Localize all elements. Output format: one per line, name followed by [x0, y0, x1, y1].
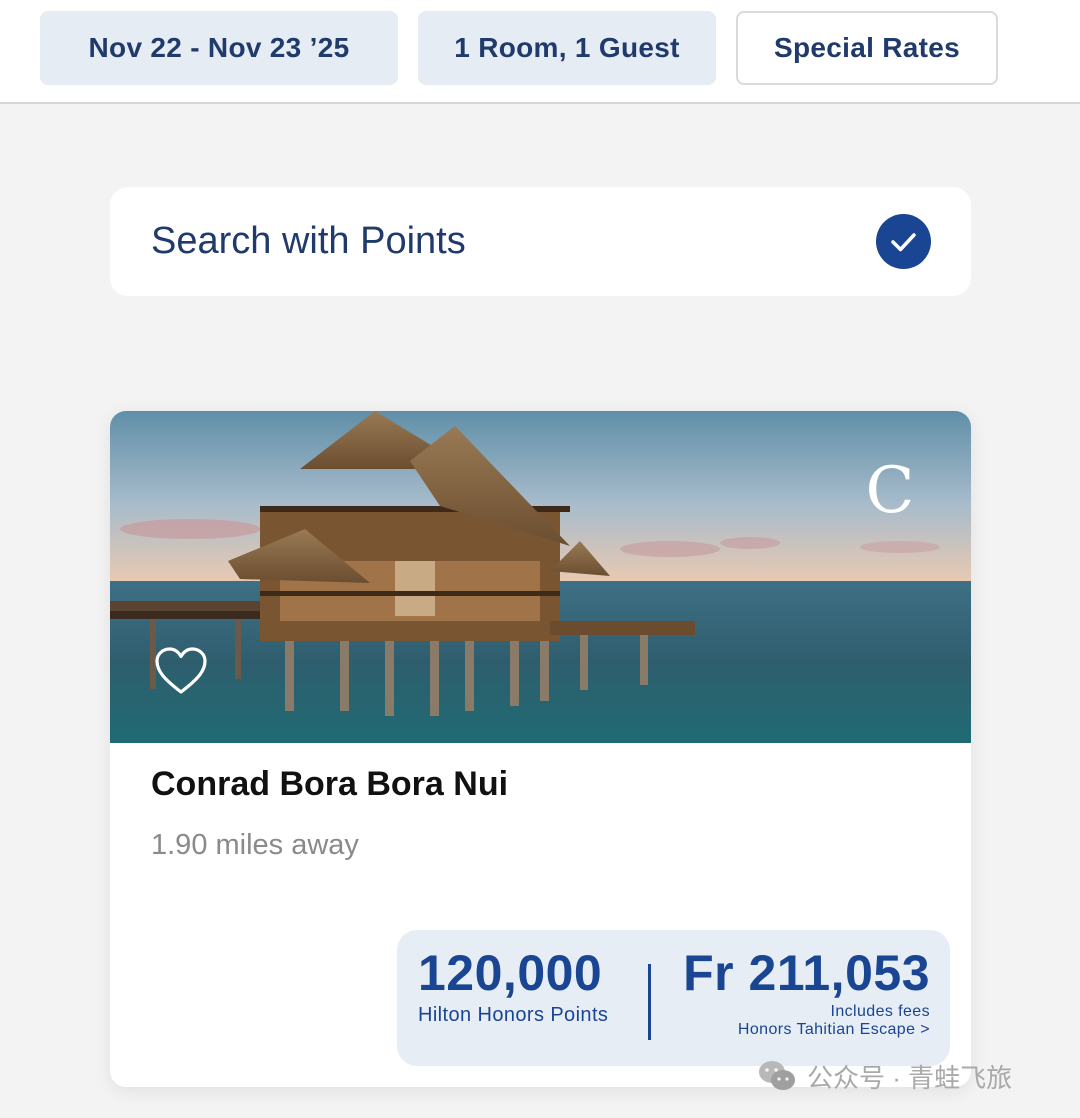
hotel-card[interactable]: C Conrad Bora Bora Nui 1.90 miles away 1…: [110, 411, 971, 1087]
heart-outline-icon[interactable]: [154, 647, 208, 697]
special-rates-button[interactable]: Special Rates: [736, 11, 998, 85]
search-filter-bar: Nov 22 - Nov 23 ’25 1 Room, 1 Guest Spec…: [0, 0, 1080, 104]
hotel-name[interactable]: Conrad Bora Bora Nui: [151, 765, 508, 804]
watermark-text: 公众号 · 青蛙飞旅: [807, 1062, 1013, 1093]
checkmark-icon[interactable]: [876, 214, 931, 269]
points-label: Hilton Honors Points: [418, 1004, 609, 1026]
cash-price: Fr 211,053: [683, 945, 930, 1001]
rooms-guests-button[interactable]: 1 Room, 1 Guest: [418, 11, 716, 85]
watermark: 公众号 · 青蛙飞旅: [757, 1056, 1012, 1096]
hotel-photo: [110, 411, 971, 743]
points-price: 120,000: [418, 945, 603, 1001]
conrad-brand-logo: C: [865, 454, 915, 528]
search-with-points-label: Search with Points: [151, 220, 466, 262]
search-with-points-toggle[interactable]: Search with Points: [110, 187, 971, 296]
rate-summary-button[interactable]: 120,000 Hilton Honors Points Fr 211,053 …: [397, 930, 950, 1066]
fees-note: Includes fees: [830, 1003, 930, 1020]
package-link[interactable]: Honors Tahitian Escape >: [738, 1021, 930, 1039]
dates-button[interactable]: Nov 22 - Nov 23 ’25: [40, 11, 398, 85]
wechat-icon: [759, 1061, 795, 1090]
rate-divider: [648, 964, 651, 1040]
hotel-distance: 1.90 miles away: [151, 829, 359, 861]
